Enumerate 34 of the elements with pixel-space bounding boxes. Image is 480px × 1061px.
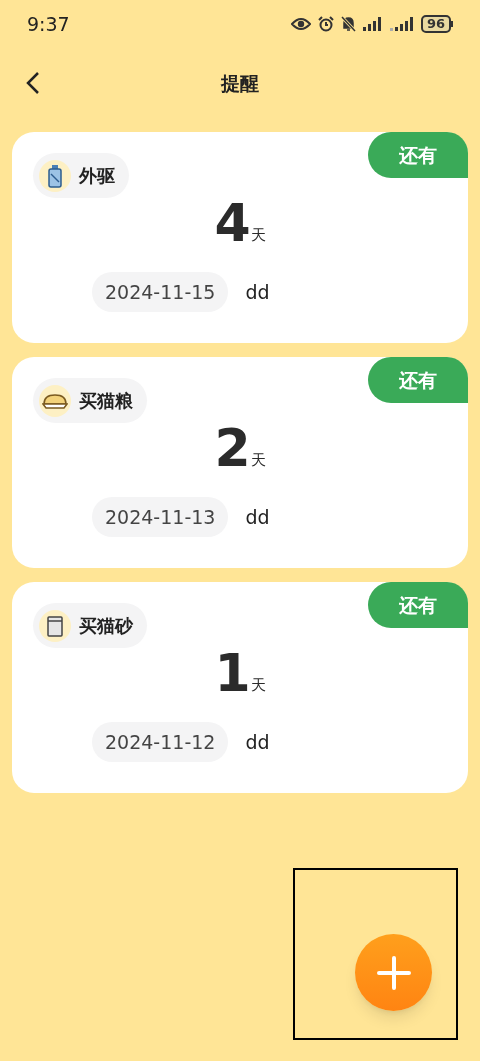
days-count: 4 [214, 194, 251, 252]
bell-muted-icon [340, 16, 356, 32]
bag-icon [45, 613, 65, 638]
days-unit: 天 [250, 224, 266, 246]
note-text: dd [245, 279, 270, 305]
signal-icon [362, 17, 383, 31]
plus-icon [375, 954, 412, 991]
days-count: 2 [214, 419, 251, 477]
status-badge: 还有 [368, 582, 468, 628]
date-pill: 2024-11-13 [92, 497, 229, 537]
signal-icon [389, 17, 414, 31]
back-icon[interactable] [26, 71, 40, 95]
note-text: dd [245, 729, 270, 755]
category-name: 买猫砂 [79, 614, 133, 638]
eye-icon [290, 17, 311, 31]
alarm-icon [317, 16, 334, 32]
days-unit: 天 [250, 674, 266, 696]
page-title: 提醒 [221, 70, 259, 96]
status-badge: 还有 [368, 132, 468, 178]
category-name: 外驱 [79, 164, 115, 188]
bowl-icon [42, 391, 68, 410]
battery-level: 96 [420, 15, 451, 33]
reminder-card[interactable]: 还有 买猫粮 2 天 2024-11-13 dd [12, 357, 468, 568]
date-pill: 2024-11-12 [92, 722, 229, 762]
reminder-card[interactable]: 还有 外驱 4天 2024-11-15 dd [12, 132, 468, 343]
reminder-card[interactable]: 还有 买猫砂 1 天 2024-11-12 dd [12, 582, 468, 793]
status-badge: 还有 [368, 357, 468, 403]
date-pill: 2024-11-15 [92, 272, 229, 312]
spray-bottle-icon [46, 163, 64, 188]
days-count: 1 [214, 644, 251, 702]
note-text: dd [245, 504, 270, 530]
category-name: 买猫粮 [79, 389, 133, 413]
status-time: 9:37 [27, 11, 70, 37]
days-unit: 天 [250, 449, 266, 471]
